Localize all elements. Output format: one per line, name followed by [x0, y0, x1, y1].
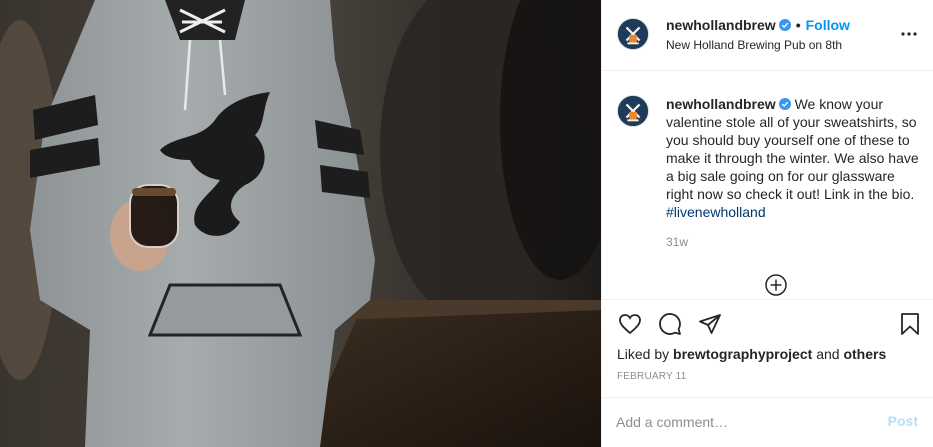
hashtag-link[interactable]: #livenewholland: [666, 204, 766, 220]
windmill-logo-icon: [618, 19, 648, 49]
post-side-panel: newhollandbrew • Follow New Holland Brewin…: [601, 0, 933, 447]
windmill-logo-icon: [618, 96, 648, 126]
verified-icon: [778, 18, 791, 31]
comment-bar: Post: [602, 397, 933, 447]
more-options-icon[interactable]: [899, 24, 919, 44]
share-icon[interactable]: [698, 312, 722, 336]
post-photo-illustration: [0, 0, 601, 447]
header-username[interactable]: newhollandbrew: [666, 17, 776, 33]
location-link[interactable]: New Holland Brewing Pub on 8th: [666, 38, 842, 52]
likes-prefix: Liked by: [617, 346, 670, 362]
verified-icon: [778, 96, 791, 110]
likes-conjunction: and: [816, 346, 840, 362]
save-bookmark-icon[interactable]: [898, 312, 922, 336]
caption-text: newhollandbrew We know your valentine st…: [666, 95, 924, 221]
caption-age: 31w: [666, 235, 689, 249]
post-header: newhollandbrew • Follow New Holland Brewin…: [602, 0, 933, 71]
comment-input[interactable]: [616, 412, 866, 432]
post-image[interactable]: [0, 0, 601, 447]
load-more-comments-icon[interactable]: [764, 273, 788, 297]
likes-summary: Liked by brewtographyproject and others: [617, 346, 886, 362]
heart-icon[interactable]: [618, 312, 642, 336]
caption-avatar[interactable]: [617, 95, 649, 127]
post-date[interactable]: FEBRUARY 11: [617, 371, 686, 382]
follow-button[interactable]: Follow: [806, 17, 850, 33]
caption-username[interactable]: newhollandbrew: [666, 96, 776, 112]
post-comment-button[interactable]: Post: [888, 413, 918, 429]
separator-dot: •: [795, 17, 801, 33]
action-bar: Liked by brewtographyproject and others …: [602, 299, 933, 447]
others-link[interactable]: others: [843, 346, 886, 362]
avatar[interactable]: [617, 18, 649, 50]
liker-username[interactable]: brewtographyproject: [673, 346, 812, 362]
comment-icon[interactable]: [658, 312, 682, 336]
comments-area: newhollandbrew We know your valentine st…: [602, 71, 933, 300]
